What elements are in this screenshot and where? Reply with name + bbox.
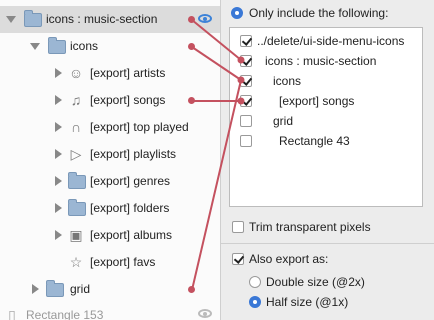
tree-row-label: [export] top played [90,120,189,134]
also-export-checkbox[interactable] [232,253,244,265]
tree-row-label: [export] artists [90,66,166,80]
rectangle-icon: ▯ [8,307,16,320]
include-checkbox[interactable] [240,95,252,107]
eye-icon[interactable] [198,309,212,318]
include-list[interactable]: ../delete/ui-side-menu-icons icons : mus… [229,27,423,207]
tree-row-artists[interactable]: ☺ [export] artists [0,60,220,87]
tree-row-label: grid [70,282,91,296]
disclosure-triangle-icon[interactable] [32,284,39,294]
folder-icon [24,10,42,27]
link-dot[interactable] [188,286,195,293]
disclosure-triangle-icon[interactable] [55,149,62,159]
tree-row-label: [export] playlists [90,147,177,161]
disclosure-triangle-icon[interactable] [55,122,62,132]
tree-row-label: [export] folders [90,201,170,215]
disclosure-triangle-icon[interactable] [55,176,62,186]
disclosure-triangle-icon[interactable] [55,68,62,78]
tree-row-favs[interactable]: ☆ [export] favs [0,249,220,276]
tree-row-albums[interactable]: ▣ [export] albums [0,222,220,249]
tree-row-folders[interactable]: [export] folders [0,195,220,222]
half-size-radio[interactable] [249,296,261,308]
include-checkbox[interactable] [240,75,252,87]
include-item-label: ../delete/ui-side-menu-icons [257,34,405,48]
disclosure-triangle-icon[interactable] [55,203,62,213]
also-export-label: Also export as: [249,252,329,266]
half-size-label: Half size (@1x) [266,295,349,309]
headphones-icon: ∩ [70,119,82,135]
include-checkbox[interactable] [240,115,252,127]
disclosure-triangle-icon[interactable] [6,16,16,23]
include-checkbox[interactable] [240,55,252,67]
tree-row-label: [export] albums [90,228,173,242]
folder-icon [68,199,86,216]
music-note-icon: ♫ [70,92,82,108]
double-size-label: Double size (@2x) [266,275,365,289]
link-dot[interactable] [188,16,195,23]
tree-row-label: [export] genres [90,174,171,188]
double-size-radio[interactable] [249,276,261,288]
tree-row-label: [export] songs [90,93,166,107]
tree-row-label: [export] favs [90,255,156,269]
tree-row-label: Rectangle 153 [26,308,104,320]
tree-row-songs[interactable]: ♫ [export] songs [0,87,220,114]
link-dot[interactable] [188,97,195,104]
include-item-label: Rectangle 43 [279,134,350,148]
include-item-label: icons : music-section [265,54,377,68]
only-include-radio[interactable] [231,7,243,19]
tree-row-icons[interactable]: icons [0,33,220,60]
eye-icon[interactable] [198,14,212,23]
folder-icon [68,172,86,189]
only-include-label: Only include the following: [249,6,389,20]
tree-row-top-played[interactable]: ∩ [export] top played [0,114,220,141]
playlist-icon: ▷ [70,146,82,162]
include-item-label: grid [273,114,294,128]
include-item-label: [export] songs [279,94,355,108]
disclosure-triangle-icon[interactable] [55,230,62,240]
link-dot[interactable] [188,43,195,50]
users-icon: ☺ [68,65,84,81]
folder-icon [46,280,64,297]
divider [221,243,434,244]
star-icon: ☆ [69,254,83,270]
tree-row-playlists[interactable]: ▷ [export] playlists [0,141,220,168]
disclosure-triangle-icon[interactable] [55,95,62,105]
disclosure-triangle-icon[interactable] [30,43,40,50]
include-checkbox[interactable] [240,135,252,147]
trim-checkbox[interactable] [232,221,244,233]
tree-row-label: icons [70,39,99,53]
album-icon: ▣ [69,227,83,243]
layer-tree: icons : music-section icons ☺ [export] a… [0,0,221,320]
tree-row-genres[interactable]: [export] genres [0,168,220,195]
tree-row-rectangle-153[interactable]: ▯ Rectangle 153 [0,303,220,320]
include-item-label: icons [273,74,302,88]
tree-row-grid[interactable]: grid [0,276,220,303]
tree-row-music-section[interactable]: icons : music-section [0,6,220,33]
trim-label: Trim transparent pixels [249,220,371,234]
include-checkbox[interactable] [240,35,252,47]
tree-row-label: icons : music-section [46,12,158,26]
folder-icon [48,37,66,54]
